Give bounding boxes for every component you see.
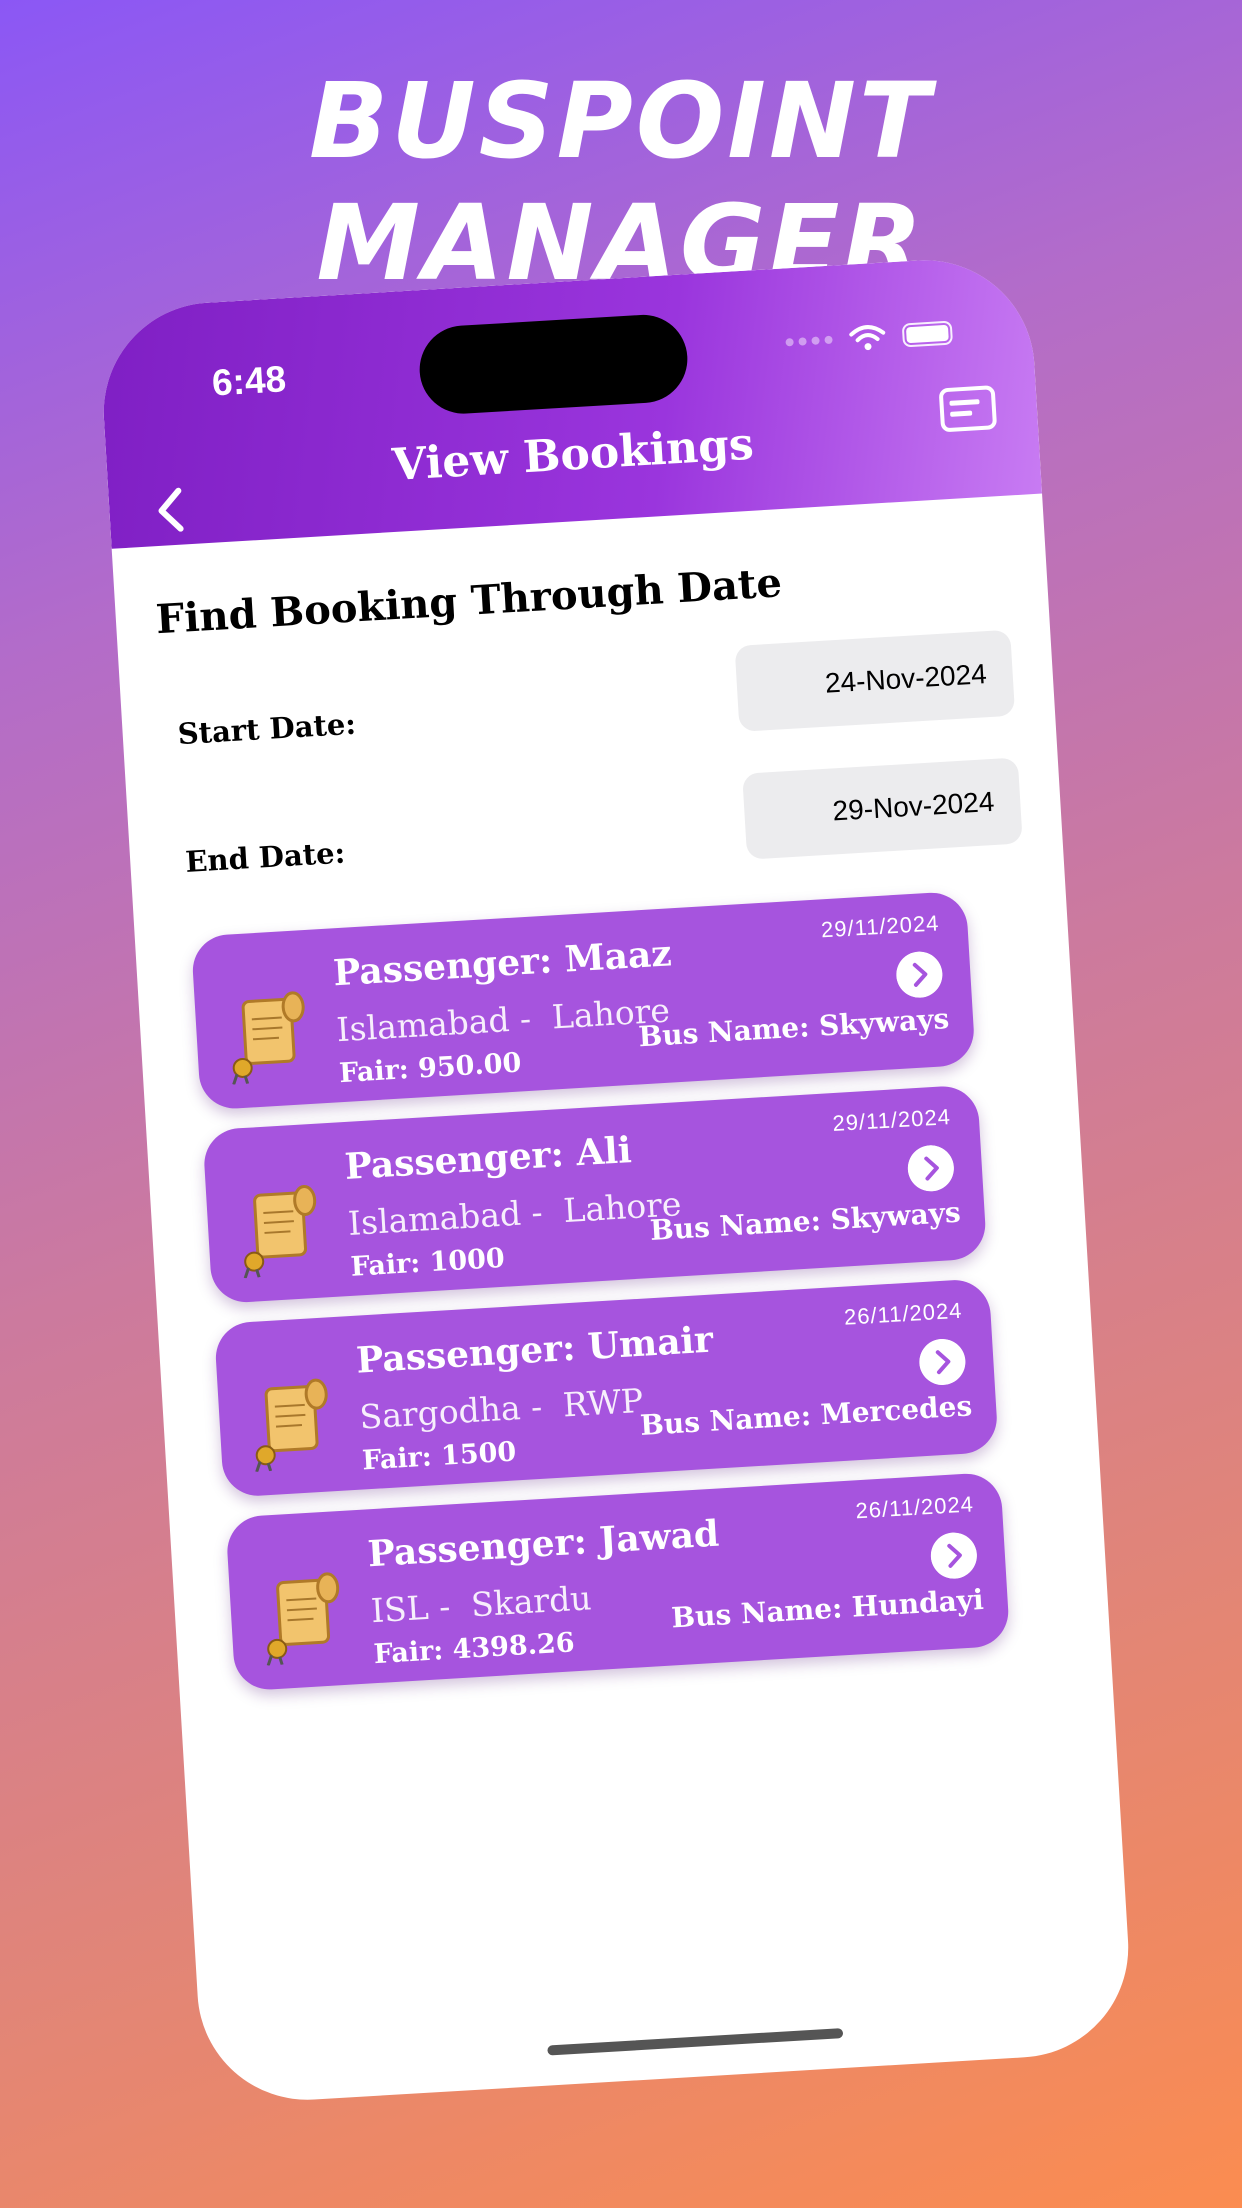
- phone-frame: 6:48 View Bookings Find Booking Through …: [97, 253, 1135, 2107]
- page-title: View Bookings: [390, 418, 756, 491]
- bus-name: Bus Name: Hundayi: [670, 1582, 985, 1635]
- passenger-name: Passenger: Jawad: [366, 1512, 721, 1576]
- booking-date: 26/11/2024: [854, 1491, 975, 1524]
- booking-date: 29/11/2024: [820, 910, 941, 943]
- bus-name: Bus Name: Skyways: [637, 1001, 950, 1054]
- end-date-label: End Date:: [184, 835, 347, 879]
- chevron-right-icon[interactable]: [895, 950, 944, 999]
- booking-card[interactable]: Passenger: Umair Sargodha - RWP Fair: 15…: [213, 1278, 999, 1498]
- fare-text: Fair: 4398.26: [372, 1627, 576, 1671]
- end-date-picker[interactable]: 29-Nov-2024: [742, 757, 1023, 860]
- app-screen: 6:48 View Bookings Find Booking Through …: [97, 253, 1135, 2107]
- route-text: Islamabad - Lahore: [335, 990, 671, 1050]
- route-text: Islamabad - Lahore: [346, 1184, 683, 1243]
- fare-text: Fair: 1500: [361, 1436, 518, 1477]
- chevron-right-icon[interactable]: [918, 1337, 967, 1387]
- passenger-name: Passenger: Ali: [343, 1129, 633, 1189]
- booking-card[interactable]: Passenger: Ali Islamabad - Lahore Fair: …: [202, 1084, 988, 1305]
- booking-date: 26/11/2024: [843, 1297, 964, 1330]
- dynamic-island: [417, 312, 690, 417]
- route-text: Sargodha - RWP: [358, 1380, 645, 1437]
- bus-name: Bus Name: Mercedes: [639, 1389, 973, 1442]
- booking-date: 29/11/2024: [831, 1104, 952, 1137]
- passenger-name: Passenger: Maaz: [332, 932, 673, 995]
- chevron-right-icon[interactable]: [929, 1531, 979, 1580]
- start-date-label: Start Date:: [176, 706, 357, 752]
- status-time: 6:48: [210, 358, 288, 404]
- bus-name: Bus Name: Skyways: [649, 1195, 962, 1248]
- card-list-icon[interactable]: [938, 384, 999, 433]
- booking-card[interactable]: Passenger: Maaz Islamabad - Lahore Fair:…: [190, 890, 976, 1111]
- fare-text: Fair: 1000: [349, 1242, 506, 1283]
- fare-text: Fair: 950.00: [338, 1047, 523, 1090]
- chevron-right-icon[interactable]: [906, 1143, 956, 1193]
- battery-icon: [901, 320, 954, 348]
- scroll-document-icon: [255, 1378, 328, 1473]
- scroll-document-icon: [266, 1572, 340, 1666]
- home-indicator[interactable]: [547, 2028, 844, 2056]
- passenger-name: Passenger: Umair: [355, 1318, 715, 1382]
- cellular-signal-icon: [785, 335, 833, 347]
- scroll-document-icon: [243, 1185, 317, 1279]
- promo-headline: BUSPOINT MANAGER: [309, 60, 933, 304]
- status-icons: [785, 319, 954, 357]
- route-text: ISL - Skardu: [369, 1578, 593, 1631]
- booking-card[interactable]: Passenger: Jawad ISL - Skardu Fair: 4398…: [225, 1471, 1011, 1692]
- section-title: Find Booking Through Date: [154, 559, 784, 644]
- start-date-picker[interactable]: 24-Nov-2024: [734, 629, 1016, 732]
- scroll-document-icon: [232, 991, 305, 1085]
- wifi-icon: [849, 325, 886, 351]
